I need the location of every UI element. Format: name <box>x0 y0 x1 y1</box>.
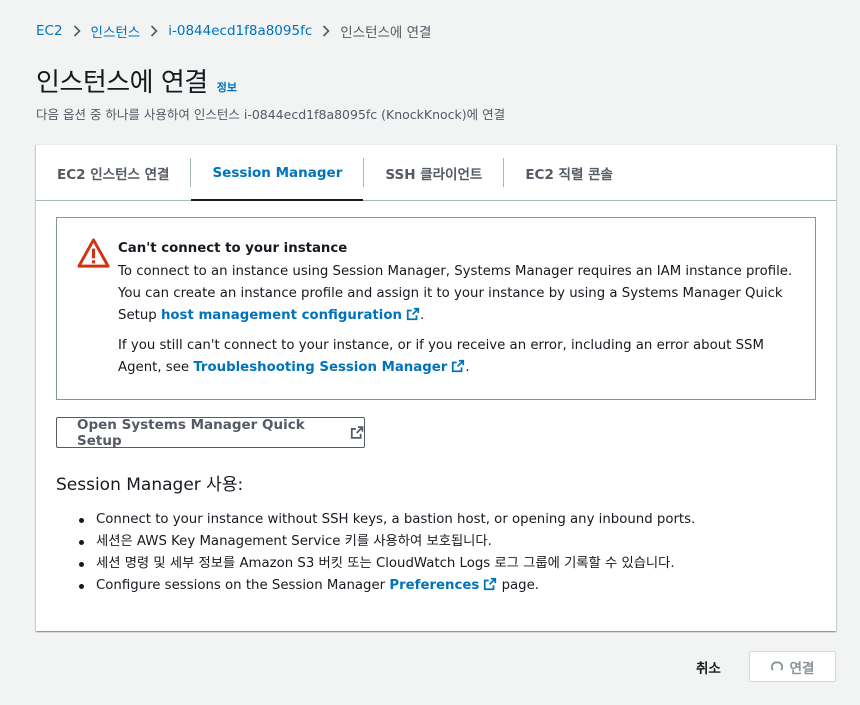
list-item: 세션은 AWS Key Management Service 키를 사용하여 보… <box>76 531 695 553</box>
page-subtitle: 다음 옵션 중 하나를 사용하여 인스턴스 i-0844ecd1f8a8095f… <box>36 107 506 122</box>
list-item: Configure sessions on the Session Manage… <box>76 575 695 597</box>
external-link-icon <box>406 307 420 321</box>
external-link-icon <box>452 359 465 373</box>
open-quick-setup-label: Open Systems Manager Quick Setup <box>77 416 305 449</box>
tab-session-manager[interactable]: Session Manager <box>191 145 364 201</box>
chevron-right-icon <box>63 25 91 37</box>
alert-title: Can't connect to your instance <box>118 241 348 256</box>
bullet4-post: page. <box>497 578 540 593</box>
alert-p1-end: . <box>419 308 425 323</box>
breadcrumb-current: 인스턴스에 연결 <box>340 25 432 41</box>
tab-ssh-client[interactable]: SSH 클라이언트 <box>364 145 503 200</box>
title-row: 인스턴스에 연결 정보 <box>36 62 237 99</box>
warning-triangle-icon <box>77 238 110 268</box>
cancel-button[interactable]: 취소 <box>696 657 721 677</box>
info-link[interactable]: 정보 <box>217 79 237 95</box>
breadcrumb-ec2[interactable]: EC2 <box>36 23 63 39</box>
troubleshooting-link-label: Troubleshooting Session Manager <box>193 360 448 375</box>
external-link-icon <box>350 426 364 439</box>
list-item: 세션 명령 및 세부 정보를 Amazon S3 버킷 또는 CloudWatc… <box>76 553 695 575</box>
alert-paragraph-2: If you still can't connect to your insta… <box>118 335 803 379</box>
chevron-right-icon <box>140 25 168 37</box>
tab-bar: EC2 인스턴스 연결 Session Manager SSH 클라이언트 EC… <box>36 145 836 201</box>
alert-paragraph-1: To connect to an instance using Session … <box>118 261 803 327</box>
bullet4-pre: Configure sessions on the Session Manage… <box>96 578 390 593</box>
breadcrumb-instances[interactable]: 인스턴스 <box>91 21 141 41</box>
chevron-right-icon <box>312 25 340 37</box>
error-alert: Can't connect to your instance To connec… <box>56 217 816 400</box>
tab-ec2-serial-console[interactable]: EC2 직렬 콘솔 <box>504 145 634 200</box>
connect-button[interactable]: 연결 <box>749 651 836 682</box>
preferences-link-label: Preferences <box>389 578 480 593</box>
troubleshooting-link[interactable]: Troubleshooting Session Manager <box>193 359 465 375</box>
list-item: Connect to your instance without SSH key… <box>76 509 695 531</box>
breadcrumb: EC2 인스턴스 i-0844ecd1f8a8095fc 인스턴스에 연결 <box>36 21 431 41</box>
connect-panel: EC2 인스턴스 연결 Session Manager SSH 클라이언트 EC… <box>36 144 836 631</box>
spinner-icon <box>770 661 783 671</box>
usage-list: Connect to your instance without SSH key… <box>76 509 695 597</box>
alert-p2-end: . <box>465 360 470 375</box>
page-title: 인스턴스에 연결 <box>36 68 208 98</box>
preferences-link[interactable]: Preferences <box>389 577 497 593</box>
breadcrumb-instance-id[interactable]: i-0844ecd1f8a8095fc <box>168 23 312 39</box>
host-management-link[interactable]: host management configuration <box>160 307 420 323</box>
usage-section-title: Session Manager 사용: <box>56 475 244 495</box>
host-management-link-label: host management configuration <box>160 308 402 323</box>
alert-body: Can't connect to your instance To connec… <box>118 238 803 379</box>
external-link-icon <box>484 577 497 591</box>
connect-button-label: 연결 <box>789 660 815 677</box>
open-quick-setup-button[interactable]: Open Systems Manager Quick Setup <box>56 416 365 449</box>
tab-ec2-instance-connect[interactable]: EC2 인스턴스 연결 <box>36 145 190 200</box>
